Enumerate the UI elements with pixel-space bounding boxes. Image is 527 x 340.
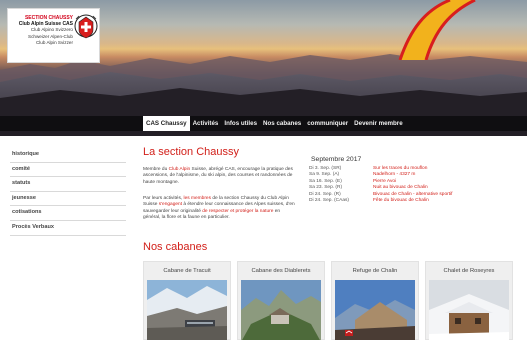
refuge-chalin-photo (335, 280, 415, 340)
sidebar-item-1[interactable]: comité (10, 163, 126, 178)
decorative-arc-graphic (398, 0, 476, 60)
protect-nature-link[interactable]: de respecter et protéger la nature (202, 209, 273, 214)
agenda-date: Di 24. Sep. (CAas) (309, 198, 349, 204)
nav-item-0[interactable]: CAS Chaussy (143, 116, 190, 131)
swiss-shield-icon (74, 14, 98, 39)
chalet-roseyres-photo (429, 280, 509, 340)
sidebar-item-5[interactable]: Procès Verbaux (10, 221, 126, 236)
sidebar-item-3[interactable]: jeunesse (10, 192, 126, 207)
cabane-card-label: Chalet de Roseyres (443, 268, 495, 274)
sidebar-item-2[interactable]: statuts (10, 177, 126, 192)
cabane-card-diablerets[interactable]: Cabane des Diablerets (237, 261, 325, 340)
cabanes-title: Nos cabanes (143, 241, 208, 253)
club-alpin-link[interactable]: Club Alpin (169, 167, 191, 172)
cabane-tracuit-photo (147, 280, 227, 340)
members-link[interactable]: les membres (184, 196, 211, 201)
cabane-card-label: Cabane des Diablerets (251, 268, 311, 274)
cabane-card-tracuit[interactable]: Cabane de Tracuit (143, 261, 231, 340)
activities-paragraph: Par leurs activités, les membres de la s… (143, 196, 295, 222)
intro-paragraph: Membre du Club Alpin Suisse, abrégé CAS,… (143, 167, 295, 186)
cabane-card-label: Refuge de Chalin (352, 268, 398, 274)
p2-text-1: Par leurs activités, (143, 196, 184, 201)
nav-item-5[interactable]: Devenir membre (351, 116, 406, 131)
agenda-event-link[interactable]: Fête du bivouac de Chalin (373, 198, 429, 204)
nav-item-4[interactable]: communiquer (304, 116, 351, 131)
engage-link[interactable]: s'engagent (159, 202, 182, 207)
sidebar-menu: historique comité statuts jeunesse cotisatio… (10, 148, 126, 236)
sidebar-item-4[interactable]: cotisations (10, 206, 126, 221)
cabane-diablerets-photo (241, 280, 321, 340)
page-title: La section Chaussy (143, 146, 239, 158)
sidebar-item-0[interactable]: historique (10, 148, 126, 163)
agenda-list: Di 3. Sep. (SR) Sur les traces du mouflon… (309, 166, 524, 204)
agenda-row: Di 24. Sep. (CAas) Fête du bivouac de Cha… (309, 198, 524, 204)
club-logo[interactable]: SECTION CHAUSSY Club Alpin Suisse CAS Cl… (7, 8, 100, 63)
logo-line5: Club Alpin Svizzer (35, 39, 73, 45)
nav-item-3[interactable]: Nos cabanes (260, 116, 304, 131)
cabane-card-label: Cabane de Tracuit (163, 268, 211, 274)
nav-item-1[interactable]: Activités (190, 116, 222, 131)
cabane-card-chalin[interactable]: Refuge de Chalin (331, 261, 419, 340)
cabane-card-roseyres[interactable]: Chalet de Roseyres (425, 261, 513, 340)
p1-text-1: Membre du (143, 167, 169, 172)
main-navigation: CAS Chaussy Activités Infos utiles Nos caba… (0, 116, 527, 131)
agenda-month-title: Septembre 2017 (311, 156, 362, 163)
nav-item-2[interactable]: Infos utiles (221, 116, 260, 131)
